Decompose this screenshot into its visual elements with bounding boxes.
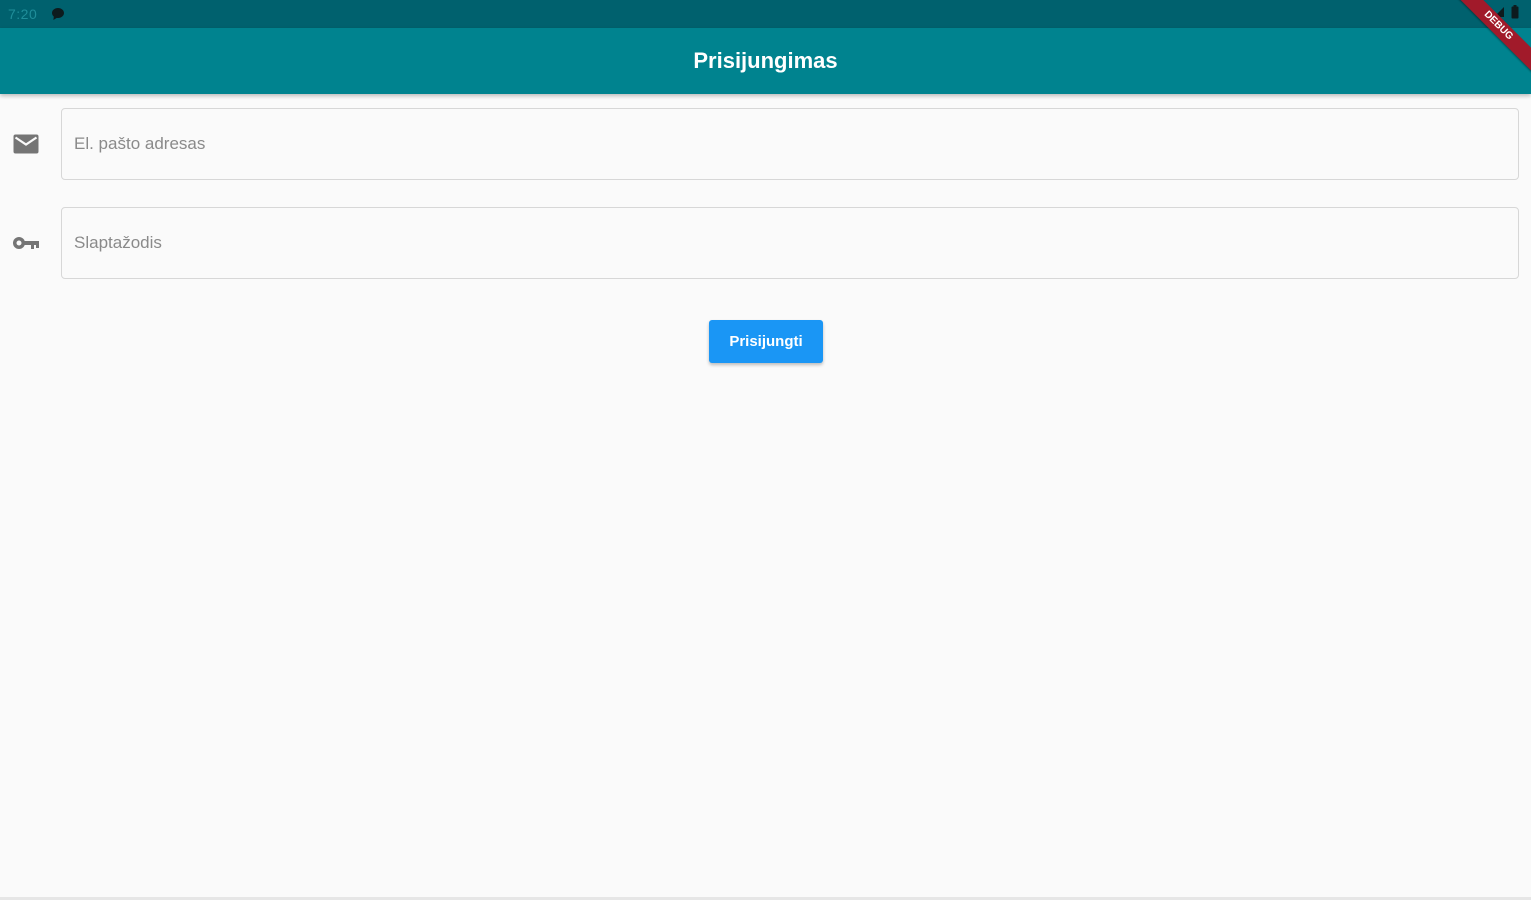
email-field-box (61, 108, 1519, 180)
login-screen: 7:20 Prisijungimas DEBUG El. pašto adres… (0, 0, 1531, 900)
email-row (0, 108, 1531, 180)
password-field-box (61, 207, 1519, 279)
mail-icon (12, 132, 40, 156)
chat-icon (51, 7, 65, 21)
password-row (0, 207, 1531, 279)
app-bar: Prisijungimas (0, 28, 1531, 94)
login-button[interactable]: Prisijungti (709, 320, 823, 363)
status-time: 7:20 (8, 6, 38, 22)
status-left: 7:20 (8, 6, 65, 22)
page-title: Prisijungimas (693, 48, 838, 73)
password-field[interactable] (62, 208, 1518, 278)
battery-icon (1511, 4, 1519, 24)
status-bar: 7:20 (0, 0, 1531, 28)
key-icon (12, 231, 40, 255)
email-field[interactable] (62, 109, 1518, 179)
